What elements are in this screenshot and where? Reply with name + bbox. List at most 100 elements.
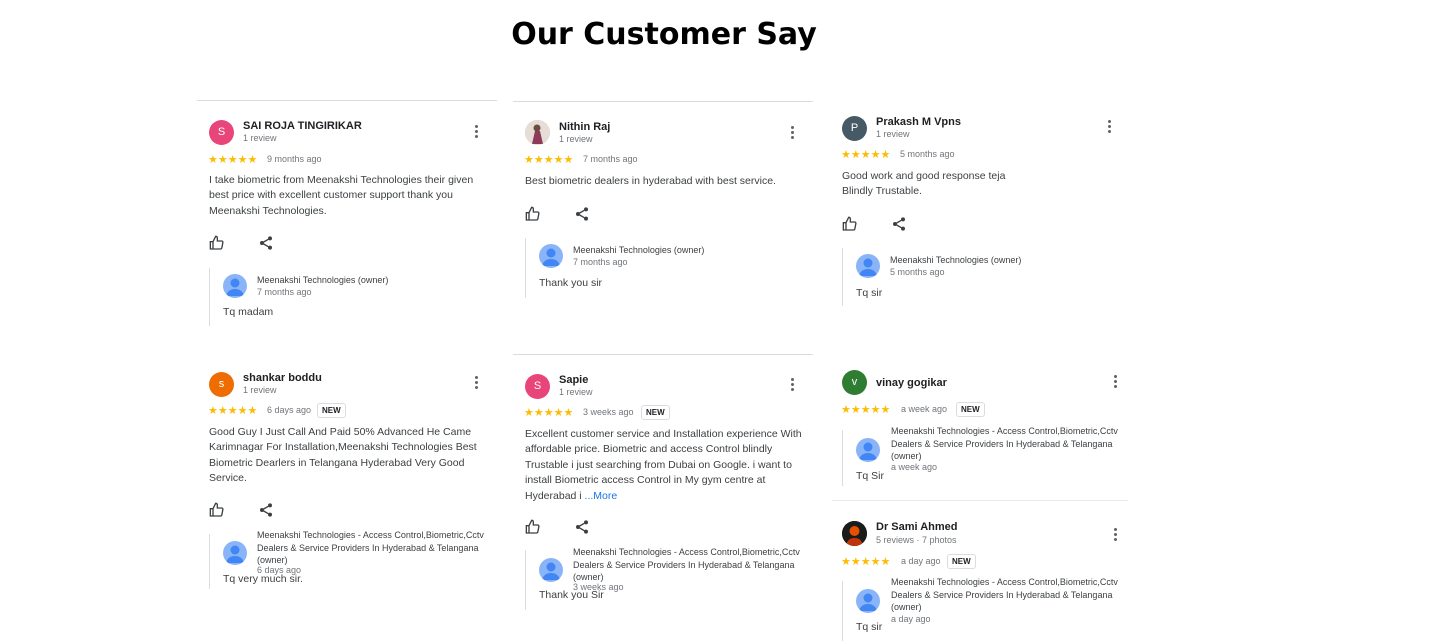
owner-reply-text: Tq very much sir. — [223, 573, 303, 585]
star-rating: ★★★★★ — [208, 154, 258, 166]
new-badge: NEW — [317, 403, 346, 418]
star-rating: ★★★★★ — [841, 149, 891, 161]
review-text: Excellent customer service and Installat… — [525, 427, 807, 504]
share-icon[interactable] — [258, 502, 274, 518]
owner-avatar — [856, 438, 880, 462]
review-time: 7 months ago — [583, 154, 638, 164]
share-icon[interactable] — [258, 235, 274, 251]
owner-reply: Meenakshi Technologies - Access Control,… — [842, 577, 1132, 641]
review-time: a day ago — [901, 556, 941, 566]
reviewer-name[interactable]: shankar boddu — [243, 372, 322, 384]
reviewer-name[interactable]: Nithin Raj — [559, 121, 610, 133]
reviewer-name[interactable]: Sapie — [559, 374, 588, 386]
share-icon[interactable] — [574, 206, 590, 222]
star-rating: ★★★★★ — [524, 407, 574, 419]
reviewer-avatar[interactable]: S — [525, 374, 550, 399]
reviewer-name[interactable]: vinay gogikar — [876, 377, 947, 389]
like-icon[interactable] — [209, 235, 225, 251]
owner-reply-time: 5 months ago — [890, 267, 945, 277]
review-text: Good work and good response teja Blindly… — [842, 170, 1006, 198]
owner-avatar — [223, 541, 247, 565]
reviewer-avatar[interactable] — [842, 521, 867, 546]
review-time: a week ago — [901, 404, 948, 414]
owner-name: Meenakshi Technologies - Access Control,… — [891, 577, 1118, 612]
review-time: 9 months ago — [267, 154, 322, 164]
owner-reply: Meenakshi Technologies - Access Control,… — [842, 426, 1132, 486]
reviewer-meta: 5 reviews · 7 photos — [876, 535, 957, 545]
more-options-icon[interactable] — [787, 378, 797, 394]
more-options-icon[interactable] — [787, 126, 797, 142]
owner-reply-time: a day ago — [891, 614, 931, 624]
review-text: I take biometric from Meenakshi Technolo… — [209, 174, 474, 217]
reviewer-meta: 1 review — [559, 134, 593, 144]
star-rating: ★★★★★ — [524, 154, 574, 166]
owner-reply: Meenakshi Technologies (owner) 7 months … — [525, 238, 805, 298]
star-rating: ★★★★★ — [208, 405, 258, 417]
review-card: Nithin Raj 1 review ★★★★★ 7 months ago B… — [513, 101, 813, 311]
owner-reply-text: Thank you Sir — [539, 589, 604, 601]
reviewer-name[interactable]: Prakash M Vpns — [876, 116, 961, 128]
reviewer-meta: 1 review — [243, 385, 277, 395]
owner-reply-text: Tq Sir — [856, 470, 885, 482]
review-card: Dr Sami Ahmed 5 reviews · 7 photos ★★★★★… — [830, 505, 1130, 643]
more-link[interactable]: ...More — [585, 490, 618, 502]
owner-reply-text: Thank you sir — [539, 277, 603, 289]
review-card: S Sapie 1 review ★★★★★ 3 weeks ago NEW E… — [513, 354, 813, 614]
like-icon[interactable] — [842, 216, 858, 232]
more-options-icon[interactable] — [1110, 528, 1120, 544]
owner-reply: Meenakshi Technologies (owner) 7 months … — [209, 268, 489, 326]
new-badge: NEW — [956, 402, 985, 417]
more-options-icon[interactable] — [1110, 375, 1120, 391]
more-options-icon[interactable] — [1104, 120, 1114, 136]
owner-name: Meenakshi Technologies (owner) — [573, 245, 705, 255]
owner-name: Meenakshi Technologies (owner) — [890, 255, 1022, 265]
new-badge: NEW — [947, 554, 976, 569]
owner-reply: Meenakshi Technologies (owner) 5 months … — [842, 248, 1122, 306]
review-card: S SAI ROJA TINGIRIKAR 1 review ★★★★★ 9 m… — [197, 100, 497, 330]
more-options-icon[interactable] — [471, 376, 481, 392]
owner-avatar — [223, 274, 247, 298]
owner-name: Meenakshi Technologies (owner) — [257, 275, 389, 285]
share-icon[interactable] — [574, 519, 590, 535]
share-icon[interactable] — [891, 216, 907, 232]
like-icon[interactable] — [525, 519, 541, 535]
review-card: v vinay gogikar ★★★★★ a week ago NEW Mee… — [830, 364, 1130, 499]
owner-avatar — [856, 589, 880, 613]
reviewer-avatar[interactable]: P — [842, 116, 867, 141]
owner-avatar — [856, 254, 880, 278]
like-icon[interactable] — [209, 502, 225, 518]
owner-reply: Meenakshi Technologies - Access Control,… — [209, 530, 489, 589]
owner-reply-time: 7 months ago — [573, 257, 628, 267]
review-text: Good Guy I Just Call And Paid 50% Advanc… — [209, 426, 477, 485]
reviewer-avatar[interactable] — [525, 120, 550, 145]
review-time: 5 months ago — [900, 149, 955, 159]
owner-avatar — [539, 558, 563, 582]
reviewer-meta: 1 review — [876, 129, 910, 139]
reviewer-name[interactable]: Dr Sami Ahmed — [876, 521, 958, 533]
owner-avatar — [539, 244, 563, 268]
review-time: 6 days ago — [267, 405, 312, 415]
like-icon[interactable] — [525, 206, 541, 222]
new-badge: NEW — [641, 405, 670, 420]
owner-reply-text: Tq sir — [856, 287, 883, 299]
star-rating: ★★★★★ — [841, 404, 891, 416]
review-text-body: Excellent customer service and Installat… — [525, 428, 802, 502]
reviewer-avatar[interactable]: s — [209, 372, 234, 397]
page-title: Our Customer Say — [511, 17, 817, 52]
reviewer-avatar[interactable]: v — [842, 370, 867, 395]
owner-reply-text: Tq madam — [223, 306, 274, 318]
owner-reply-time: 7 months ago — [257, 287, 312, 297]
owner-name: Meenakshi Technologies - Access Control,… — [257, 530, 484, 565]
owner-name: Meenakshi Technologies - Access Control,… — [891, 426, 1118, 461]
owner-reply: Meenakshi Technologies - Access Control,… — [525, 547, 805, 610]
owner-reply-text: Tq sir — [856, 621, 883, 633]
divider — [832, 500, 1128, 501]
review-card: s shankar boddu 1 review ★★★★★ 6 days ag… — [197, 358, 497, 598]
reviewer-avatar[interactable]: S — [209, 120, 234, 145]
reviewer-name[interactable]: SAI ROJA TINGIRIKAR — [243, 120, 362, 132]
owner-reply-time: a week ago — [891, 462, 938, 472]
review-text: Best biometric dealers in hyderabad with… — [525, 175, 776, 187]
review-time: 3 weeks ago — [583, 407, 634, 417]
star-rating: ★★★★★ — [841, 556, 891, 568]
more-options-icon[interactable] — [471, 125, 481, 141]
